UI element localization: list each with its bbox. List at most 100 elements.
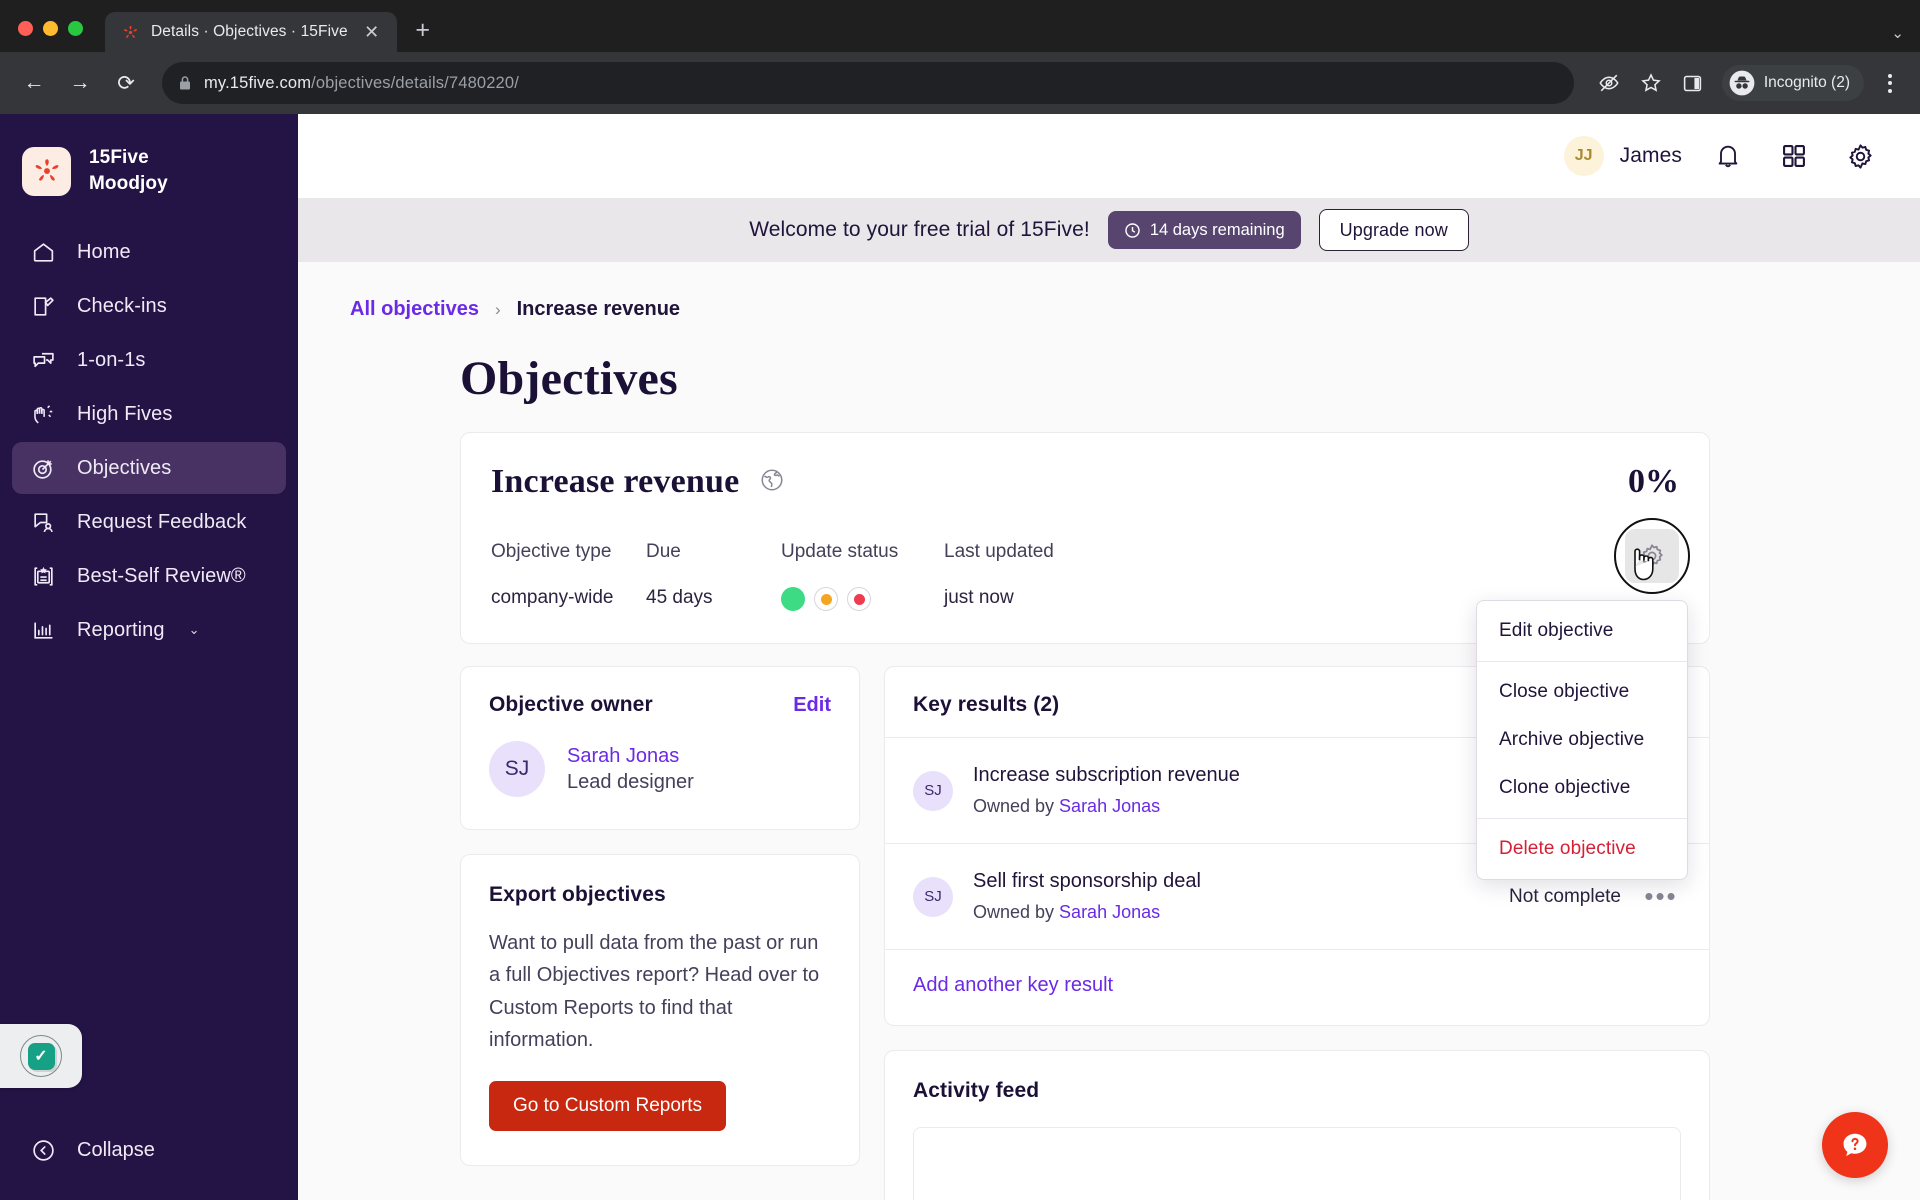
address-bar[interactable]: my.15five.com/objectives/details/7480220… [162, 62, 1574, 104]
sidebar-item-objectives[interactable]: Objectives [12, 442, 286, 494]
gear-icon[interactable] [1840, 136, 1880, 176]
sidebar-item-label: 1-on-1s [77, 348, 146, 371]
bell-icon[interactable] [1708, 136, 1748, 176]
menu-item-close-objective[interactable]: Close objective [1477, 668, 1687, 716]
meta-label: Due [646, 541, 681, 562]
tab-title: Details · Objectives · 15Five [151, 23, 348, 40]
brand-workspace: Moodjoy [89, 173, 168, 194]
sidebar-item-label: Request Feedback [77, 510, 247, 533]
eye-off-icon[interactable] [1590, 64, 1628, 102]
tab-search-chevron-down-icon[interactable]: ⌄ [1891, 24, 1904, 42]
help-chat-icon [1843, 1133, 1867, 1157]
sidebar-item-reporting[interactable]: Reporting ⌄ [12, 604, 286, 656]
browser-toolbar: ← → ⟳ my.15five.com/objectives/details/7… [0, 52, 1920, 114]
menu-item-archive-objective[interactable]: Archive objective [1477, 716, 1687, 764]
key-result-main: Sell first sponsorship deal Owned by Sar… [973, 870, 1201, 923]
trial-message: Welcome to your free trial of 15Five! [749, 218, 1090, 241]
export-card-title: Export objectives [489, 883, 666, 906]
status-widget-ring: ✓ [20, 1035, 62, 1077]
objective-header-row: Increase revenue 0% [491, 463, 1679, 501]
status-dot-red[interactable] [847, 587, 871, 611]
meta-objective-type: Objective type company-wide [491, 541, 646, 611]
sidebar-item-home[interactable]: Home [12, 226, 286, 278]
add-another-key-result-link[interactable]: Add another key result [885, 950, 1709, 1025]
minimize-window-button[interactable] [43, 21, 58, 36]
menu-item-clone-objective[interactable]: Clone objective [1477, 764, 1687, 812]
maximize-window-button[interactable] [68, 21, 83, 36]
app-topbar: JJ James [298, 114, 1920, 198]
close-tab-button[interactable]: ✕ [359, 19, 385, 45]
cards-container: Increase revenue 0% Objective type compa… [460, 432, 1710, 1200]
help-chat-button[interactable] [1822, 1112, 1888, 1178]
incognito-icon [1729, 70, 1755, 96]
new-tab-button[interactable]: + [403, 10, 443, 50]
sidebar-item-high-fives[interactable]: High Fives [12, 388, 286, 440]
collapse-sidebar-button[interactable]: Collapse [0, 1126, 298, 1174]
activity-feed-card: Activity feed [884, 1050, 1710, 1200]
mouse-cursor-hand-icon [1634, 548, 1654, 581]
sidebar-item-request-feedback[interactable]: Request Feedback [12, 496, 286, 548]
owner-card-title: Objective owner [489, 693, 653, 716]
brand-block[interactable]: 15Five Moodjoy [0, 114, 298, 204]
page-content: All objectives › Increase revenue Object… [298, 262, 1920, 1200]
menu-item-edit-objective[interactable]: Edit objective [1477, 607, 1687, 655]
owned-by-prefix: Owned by [973, 796, 1060, 816]
go-to-custom-reports-button[interactable]: Go to Custom Reports [489, 1080, 727, 1131]
reload-button[interactable]: ⟳ [106, 63, 146, 103]
chevron-down-icon[interactable]: ⌄ [189, 622, 200, 638]
trial-days-badge: 14 days remaining [1107, 211, 1301, 249]
owned-by-prefix: Owned by [973, 902, 1060, 922]
status-dot-green[interactable] [781, 587, 805, 611]
owner-link[interactable]: Sarah Jonas [1059, 796, 1160, 816]
apps-grid-icon[interactable] [1774, 136, 1814, 176]
profile-incognito-chip[interactable]: Incognito (2) [1721, 65, 1864, 101]
browser-window: Details · Objectives · 15Five ✕ + ⌄ ← → … [0, 0, 1920, 1200]
browser-tab[interactable]: Details · Objectives · 15Five ✕ [105, 12, 397, 52]
status-widget-badge[interactable]: ✓ [0, 1024, 82, 1088]
lock-icon [180, 76, 190, 90]
objective-owner-card: Objective owner Edit SJ Sarah Jonas Lead… [460, 666, 860, 830]
key-result-main: Increase subscription revenue Owned by S… [973, 764, 1240, 817]
forward-button[interactable]: → [60, 63, 100, 103]
browser-tabstrip: Details · Objectives · 15Five ✕ + ⌄ [0, 0, 1920, 52]
owner-link[interactable]: Sarah Jonas [1059, 902, 1160, 922]
sidebar-item-check-ins[interactable]: Check-ins [12, 280, 286, 332]
clock-icon [1125, 222, 1140, 238]
breadcrumb-all-objectives-link[interactable]: All objectives [350, 298, 479, 321]
check-ins-icon [30, 293, 57, 320]
export-card-body: Want to pull data from the past or run a… [489, 932, 820, 1052]
key-result-owner: Owned by Sarah Jonas [973, 796, 1240, 817]
chrome-menu-button[interactable] [1874, 64, 1906, 102]
key-result-title: Increase subscription revenue [973, 764, 1240, 786]
upgrade-now-button[interactable]: Upgrade now [1318, 209, 1469, 251]
key-result-more-button[interactable]: ••• [1641, 881, 1681, 912]
objective-actions-menu: Edit objective Close objective Archive o… [1476, 600, 1688, 880]
side-panel-icon[interactable] [1674, 64, 1712, 102]
sidebar-item-label: Home [77, 240, 131, 263]
update-status-selector[interactable] [781, 587, 944, 611]
best-self-review-icon [30, 563, 57, 590]
breadcrumb: All objectives › Increase revenue [350, 298, 1920, 321]
edit-owner-button[interactable]: Edit [793, 694, 831, 717]
sidebar: 15Five Moodjoy Home Check-ins 1-on-1s Hi… [0, 114, 298, 1200]
menu-item-delete-objective[interactable]: Delete objective [1477, 825, 1687, 873]
back-button[interactable]: ← [14, 63, 54, 103]
user-menu[interactable]: JJ James [1563, 136, 1682, 176]
15five-favicon [124, 25, 137, 38]
one-on-ones-icon [30, 347, 57, 374]
avatar: SJ [913, 770, 953, 811]
bookmark-star-icon[interactable] [1632, 64, 1670, 102]
sidebar-item-1-on-1s[interactable]: 1-on-1s [12, 334, 286, 386]
activity-feed-composer[interactable] [913, 1127, 1681, 1200]
left-column: Objective owner Edit SJ Sarah Jonas Lead… [460, 666, 860, 1166]
window-traffic-lights [18, 21, 105, 52]
request-feedback-icon [30, 509, 57, 536]
status-dot-amber[interactable] [814, 587, 838, 611]
close-window-button[interactable] [18, 21, 33, 36]
key-result-status: Not complete [1509, 885, 1621, 907]
sidebar-item-best-self-review[interactable]: Best-Self Review® [12, 550, 286, 602]
globe-icon [759, 467, 785, 498]
owner-name-link[interactable]: Sarah Jonas [567, 745, 694, 768]
owner-card-header: Objective owner Edit [489, 693, 831, 717]
trial-days-label: 14 days remaining [1149, 220, 1285, 239]
